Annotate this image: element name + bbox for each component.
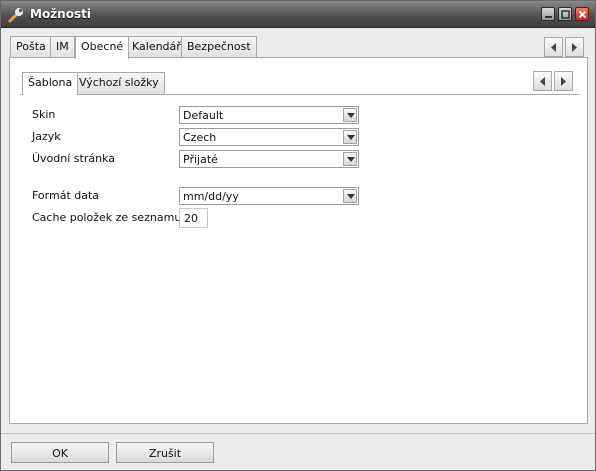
tab-kalendar[interactable]: Kalendář — [126, 36, 187, 58]
dropdown-button[interactable] — [343, 108, 357, 122]
tab-label: Kalendář — [132, 40, 181, 53]
dropdown-button[interactable] — [343, 130, 357, 144]
tab-label: Pošta — [16, 40, 46, 53]
title-bar[interactable]: Možnosti — [1, 1, 595, 28]
maximize-button[interactable] — [558, 7, 572, 21]
start-page-select[interactable]: Přijaté — [179, 150, 359, 168]
tab-label: Šablona — [28, 76, 73, 89]
start-page-label: Úvodní stránka — [32, 152, 115, 165]
date-format-value: mm/dd/yy — [183, 190, 239, 203]
chevron-down-icon — [347, 194, 355, 199]
ok-button[interactable]: OK — [11, 442, 109, 463]
tab-im[interactable]: IM — [50, 36, 75, 58]
tab-sablona[interactable]: Šablona — [22, 72, 79, 95]
language-label: Jazyk — [32, 130, 61, 143]
close-button[interactable] — [575, 7, 589, 21]
subtab-scroll-right-button[interactable] — [554, 71, 573, 91]
maximize-icon — [561, 10, 570, 19]
minimize-button[interactable] — [541, 7, 555, 21]
tab-label: Bezpečnost — [187, 40, 251, 53]
outer-tab-scroll — [544, 37, 584, 57]
cache-input[interactable]: 20 — [179, 208, 208, 228]
tab-label: Výchozí složky — [79, 76, 159, 89]
tab-label: IM — [56, 40, 69, 53]
tab-vychozi-slozky[interactable]: Výchozí složky — [73, 72, 165, 94]
dropdown-button[interactable] — [343, 152, 357, 166]
window-title: Možnosti — [30, 7, 91, 21]
arrow-left-icon — [551, 43, 556, 52]
tab-posta[interactable]: Pošta — [10, 36, 52, 58]
language-select[interactable]: Czech — [179, 128, 359, 146]
tab-obecne[interactable]: Obecné — [75, 36, 130, 59]
skin-value: Default — [183, 109, 224, 122]
arrow-left-icon — [540, 77, 545, 86]
date-format-select[interactable]: mm/dd/yy — [179, 187, 359, 205]
cache-label: Cache položek ze seznamu — [32, 211, 182, 224]
close-icon — [578, 10, 587, 19]
divider — [20, 94, 579, 95]
dropdown-button[interactable] — [343, 189, 357, 203]
tab-scroll-right-button[interactable] — [565, 37, 584, 57]
minimize-icon — [545, 16, 552, 18]
options-window: Možnosti Pošta IM Obecné Kalendář Bezpeč… — [0, 0, 596, 471]
tab-scroll-left-button[interactable] — [544, 37, 563, 57]
arrow-right-icon — [572, 43, 577, 52]
chevron-down-icon — [347, 157, 355, 162]
tab-bezpecnost[interactable]: Bezpečnost — [181, 36, 257, 58]
inner-tab-scroll — [533, 71, 573, 91]
general-settings-panel: Šablona Výchozí složky Skin Default Jazy… — [9, 57, 588, 424]
skin-label: Skin — [32, 108, 56, 121]
subtab-scroll-left-button[interactable] — [533, 71, 552, 91]
cancel-button[interactable]: Zrušit — [116, 442, 214, 463]
tab-label: Obecné — [81, 40, 124, 53]
chevron-down-icon — [347, 113, 355, 118]
wrench-icon — [7, 6, 25, 24]
arrow-right-icon — [561, 77, 566, 86]
divider — [1, 433, 595, 434]
date-format-label: Formát data — [32, 189, 100, 202]
start-page-value: Přijaté — [183, 153, 218, 166]
chevron-down-icon — [347, 135, 355, 140]
language-value: Czech — [183, 131, 217, 144]
skin-select[interactable]: Default — [179, 106, 359, 124]
